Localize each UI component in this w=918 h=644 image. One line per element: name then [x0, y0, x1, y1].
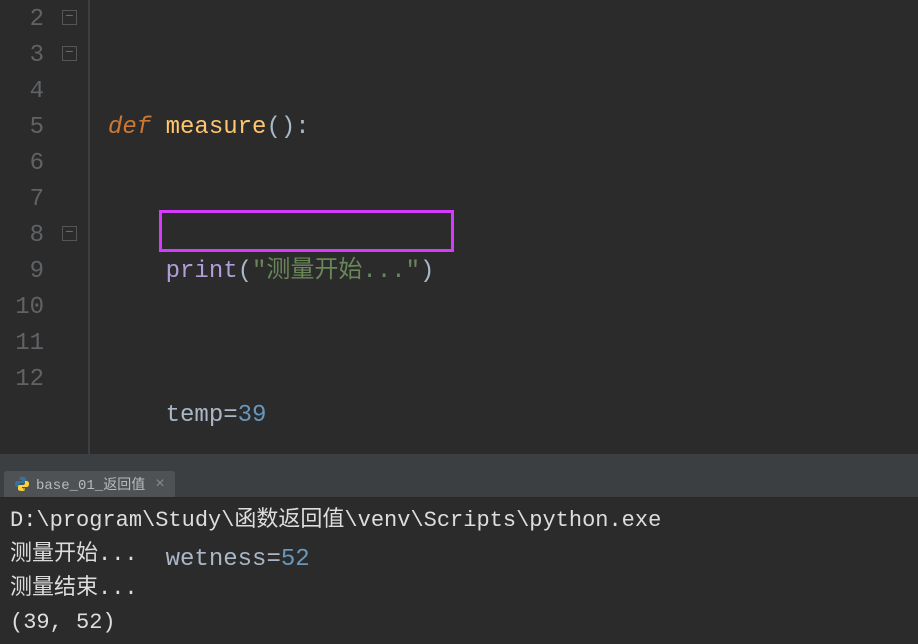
string-literal: "测量开始..."	[252, 258, 420, 285]
paren: (	[266, 114, 280, 141]
paren: )	[281, 114, 295, 141]
code-line[interactable]: def measure():	[108, 110, 918, 146]
line-number: 6	[0, 146, 52, 182]
fold-icon[interactable]: −	[62, 46, 77, 61]
identifier-wetness: wetness	[166, 546, 267, 573]
fold-icon[interactable]: −	[62, 10, 77, 25]
line-number: 7	[0, 182, 52, 218]
operator-eq: =	[223, 402, 237, 429]
line-number: 9	[0, 254, 52, 290]
code-line[interactable]: temp=39	[108, 398, 918, 434]
function-name: measure	[166, 114, 267, 141]
line-number: 5	[0, 110, 52, 146]
code-editor[interactable]: 2 3 4 5 6 7 8 9 10 11 12 − − − def measu…	[0, 0, 918, 454]
fold-icon[interactable]: −	[62, 226, 77, 241]
paren: )	[420, 258, 434, 285]
highlight-box	[159, 210, 454, 252]
line-number: 8	[0, 218, 52, 254]
paren: (	[238, 258, 252, 285]
keyword-def: def	[108, 114, 151, 141]
line-number: 12	[0, 362, 52, 398]
colon: :	[295, 114, 309, 141]
line-number: 11	[0, 326, 52, 362]
fold-column[interactable]: − − −	[52, 0, 90, 454]
number-literal: 52	[281, 546, 310, 573]
code-line[interactable]: print("测量开始...")	[108, 254, 918, 290]
line-number: 4	[0, 74, 52, 110]
code-area[interactable]: def measure(): print("测量开始...") temp=39 …	[90, 0, 918, 454]
line-number: 3	[0, 38, 52, 74]
line-number: 2	[0, 2, 52, 38]
operator-eq: =	[266, 546, 280, 573]
line-number-gutter: 2 3 4 5 6 7 8 9 10 11 12	[0, 0, 52, 454]
identifier-temp: temp	[166, 402, 224, 429]
python-icon	[14, 476, 30, 492]
line-number: 10	[0, 290, 52, 326]
code-line[interactable]: wetness=52	[108, 542, 918, 578]
call-print: print	[166, 258, 238, 285]
number-literal: 39	[238, 402, 267, 429]
